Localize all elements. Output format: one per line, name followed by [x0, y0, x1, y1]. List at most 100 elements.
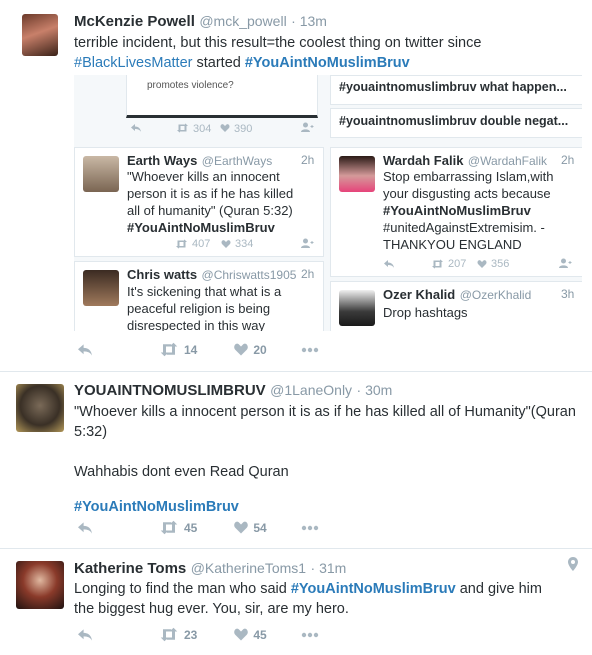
reply-button[interactable] [76, 628, 94, 642]
card-snippet: promotes violence? [147, 80, 234, 91]
embed-time: 2h [301, 267, 315, 281]
embed-author-handle: @WardahFalik [467, 154, 547, 168]
tweet-text: terrible incident, but this result=the c… [74, 33, 579, 73]
hashtag-link[interactable]: #YouAintNoMuslimBruv [291, 581, 456, 597]
tweet-youaintnomuslimbruv[interactable]: YOUAINTNOMUSLIMBRUV @1LaneOnly · 30m "Wh… [0, 372, 592, 546]
reply-icon[interactable] [130, 123, 142, 133]
retweet-button[interactable]: 45 [158, 520, 197, 535]
embed-author-handle: @Chriswatts1905 [201, 268, 297, 282]
avatar [339, 156, 375, 192]
like-icon [234, 628, 249, 641]
more-button[interactable] [301, 525, 319, 531]
like-icon[interactable] [220, 123, 230, 133]
embed-tweet-text: Stop embarrassing Islam,with your disgus… [383, 168, 571, 253]
retweet-count: 14 [184, 342, 198, 357]
tweet-text-paragraph: Wahhabis dont even Read Quran [74, 464, 289, 480]
embed-tweet-ozer: Ozer Khalid @OzerKhalid 3h Drop hashtags [330, 281, 582, 331]
reply-button[interactable] [76, 521, 94, 535]
retweet-count: 207 [448, 258, 467, 270]
card-actions: 407 334 [127, 238, 317, 252]
author-handle[interactable]: @KatherineToms1 [191, 560, 306, 576]
more-button[interactable] [301, 347, 319, 353]
embed-text-part: Stop embarrassing Islam,with your disgus… [383, 169, 554, 201]
like-icon [234, 343, 249, 356]
avatar[interactable] [16, 384, 64, 432]
embed-tweet-text: Drop hashtags [383, 305, 468, 320]
tweet-mckenzie[interactable]: McKenzie Powell @mck_powell · 13m terrib… [0, 0, 592, 370]
timestamp[interactable]: · 30m [357, 382, 393, 398]
avatar [83, 156, 119, 192]
embed-author-handle: @OzerKhalid [459, 288, 532, 302]
card-actions: 207 356 [383, 258, 573, 272]
trend-text: #youaintnomuslimbruv double negat... [339, 114, 569, 128]
tweet-actions: 45 54 [76, 520, 351, 535]
retweet-button[interactable]: 23 [158, 627, 197, 642]
more-icon [301, 632, 318, 637]
retweet-count: 304 [193, 123, 212, 135]
timestamp[interactable]: · 13m [291, 13, 327, 29]
like-icon [477, 259, 487, 269]
embed-hashtag: #YouAintNoMuslimBruv [383, 203, 531, 218]
like-button[interactable]: 54 [233, 520, 267, 535]
follow-icon [559, 258, 572, 269]
embed-text-part: "Whoever kills an innocent person it is … [127, 169, 294, 218]
embed-tweet-earthways: Earth Ways @EarthWays 2h "Whoever kills … [74, 147, 324, 257]
like-count: 334 [235, 238, 254, 250]
retweet-icon [160, 342, 178, 357]
embed-tweet-text: It's sickening that what is a peaceful r… [127, 284, 282, 331]
embed-author-name: Ozer Khalid [383, 287, 456, 302]
tweet-actions: 14 20 [76, 342, 351, 357]
hashtag-link[interactable]: #YouAintNoMuslimBruv [74, 497, 580, 517]
embed-card-top: promotes violence? [126, 75, 318, 118]
embed-author-name: Chris watts [127, 267, 198, 282]
embed-tweet-wardah: Wardah Falik @WardahFalik 2h Stop embarr… [330, 147, 582, 277]
tweet-text-part: Longing to find the man who said [74, 581, 291, 597]
like-count: 54 [253, 520, 267, 535]
follow-icon [301, 238, 314, 249]
author-name[interactable]: Katherine Toms [74, 560, 186, 577]
tweet-text: "Whoever kills a innocent person it is a… [74, 402, 580, 517]
like-count: 390 [234, 123, 253, 135]
avatar[interactable] [16, 561, 64, 609]
author-handle[interactable]: @1LaneOnly [270, 382, 352, 398]
like-button[interactable]: 20 [233, 342, 267, 357]
like-count: 356 [491, 258, 510, 270]
tweet-katherine[interactable]: Katherine Toms @KatherineToms1 · 31m Lon… [0, 549, 592, 655]
author-name[interactable]: YOUAINTNOMUSLIMBRUV [74, 382, 266, 399]
tweet-text-paragraph: "Whoever kills a innocent person it is a… [74, 404, 576, 440]
embed-tweet-chriswatts: Chris watts @Chriswatts1905 2h It's sick… [74, 261, 324, 331]
tweet-text-part: terrible incident, but this result=the c… [74, 35, 482, 51]
card-actions: 304 390 [126, 121, 316, 139]
more-button[interactable] [301, 632, 319, 638]
hashtag-link[interactable]: #YouAintNoMuslimBruv [245, 55, 410, 71]
like-count: 45 [253, 627, 267, 642]
avatar [83, 270, 119, 306]
retweet-count: 45 [184, 520, 198, 535]
embed-text-part: #unitedAgainstExtremisim. -THANKYOU ENGL… [383, 220, 545, 252]
author-name[interactable]: McKenzie Powell [74, 13, 195, 30]
follow-icon[interactable] [301, 122, 314, 133]
tweet-text: Longing to find the man who said #YouAin… [74, 579, 564, 619]
retweet-count: 407 [192, 238, 211, 250]
author-handle[interactable]: @mck_powell [199, 13, 286, 29]
reply-icon [78, 521, 92, 534]
timestamp[interactable]: · 31m [311, 560, 347, 576]
embed-time: 2h [301, 153, 315, 167]
retweet-icon[interactable] [176, 123, 189, 133]
tweet-actions: 23 45 [76, 627, 351, 642]
retweet-button[interactable]: 14 [158, 342, 197, 357]
hashtag-link[interactable]: #BlackLivesMatter [74, 55, 192, 71]
like-button[interactable]: 45 [233, 627, 267, 642]
location-pin-icon[interactable] [568, 557, 578, 571]
retweet-icon [175, 239, 188, 249]
reply-button[interactable] [76, 343, 94, 357]
tweet-text-part: started [192, 55, 245, 71]
reply-icon [78, 628, 92, 641]
trend-item[interactable]: #youaintnomuslimbruv what happen... [330, 75, 582, 105]
trend-item[interactable]: #youaintnomuslimbruv double negat... [330, 108, 582, 138]
embed-time: 2h [561, 153, 575, 167]
retweet-icon [431, 259, 444, 269]
reply-icon [78, 343, 92, 356]
embedded-image[interactable]: promotes violence? 304 390 #youaintnomus… [74, 75, 582, 331]
avatar[interactable] [22, 14, 58, 56]
